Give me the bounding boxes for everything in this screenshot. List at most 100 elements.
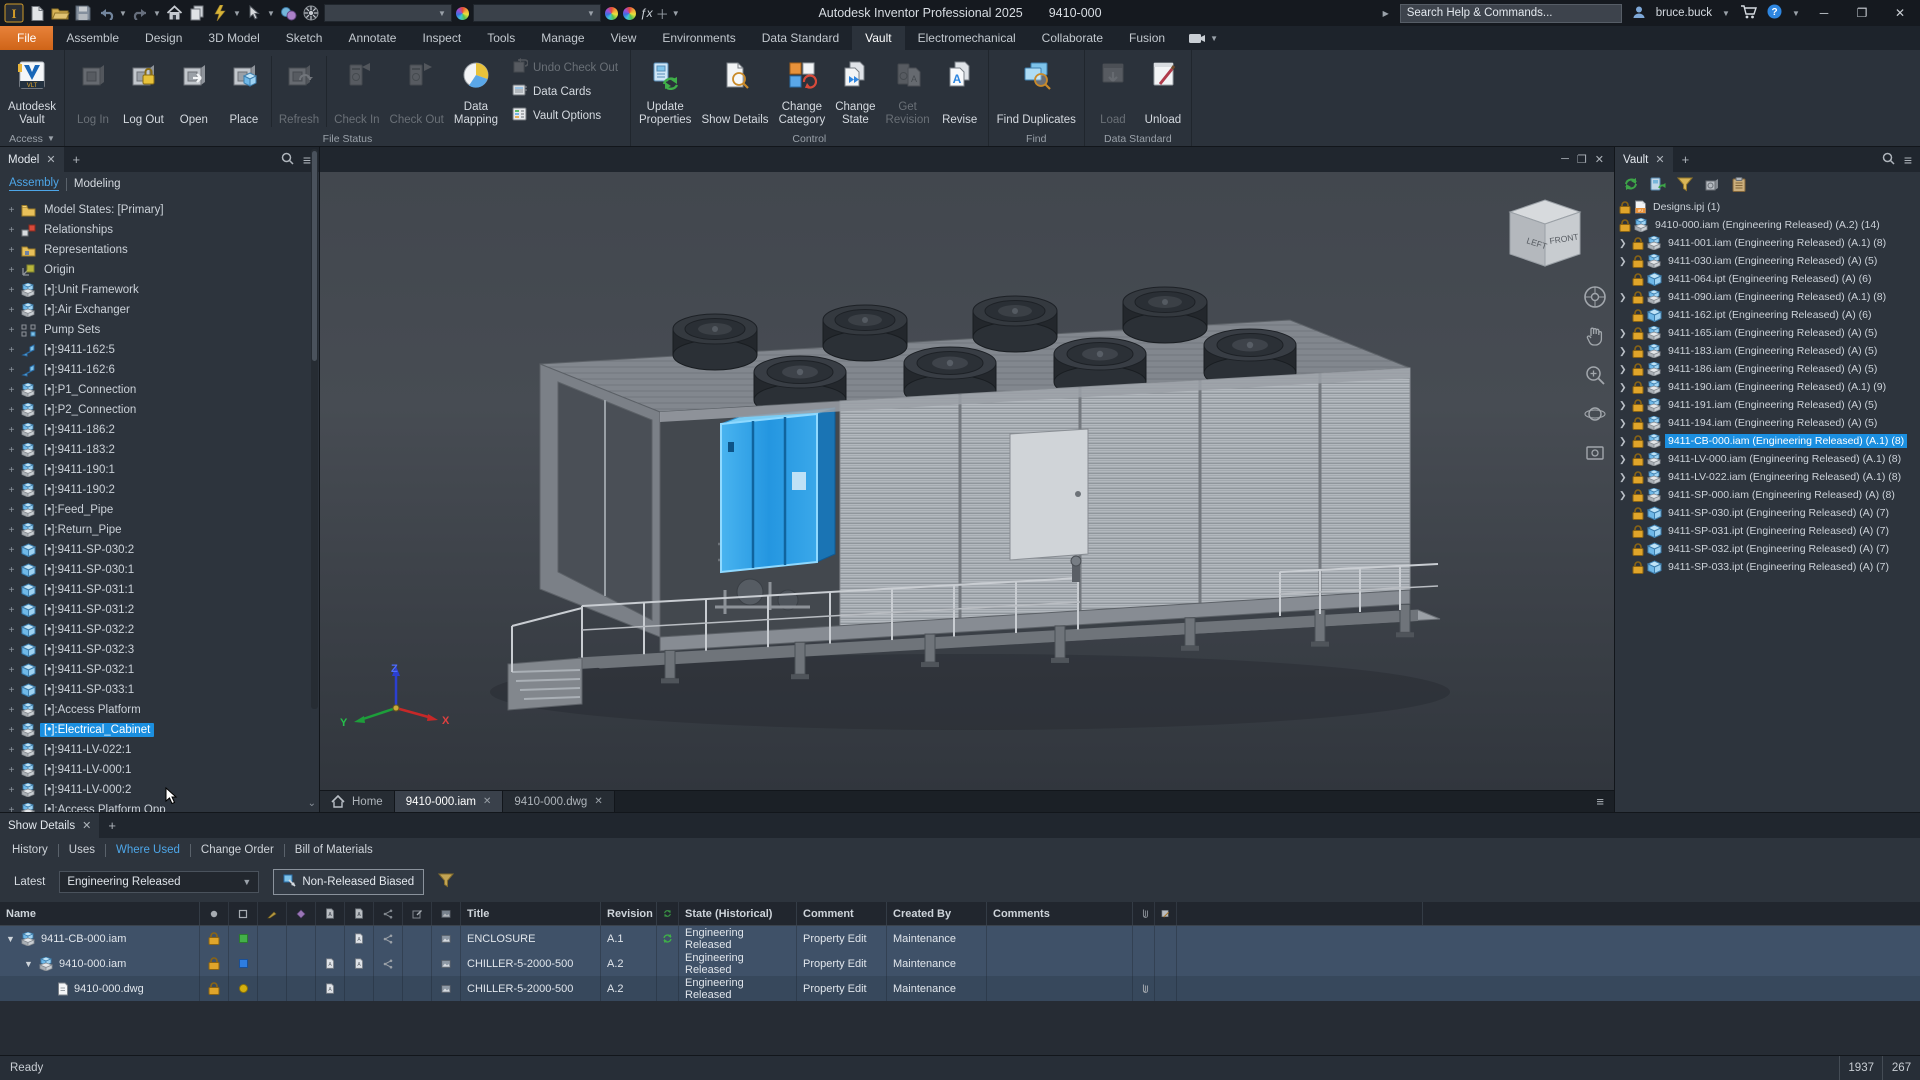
ribbon-tab-sketch[interactable]: Sketch <box>273 26 336 50</box>
model-tree-item[interactable]: +Model States: [Primary] <box>6 200 319 220</box>
ribbon-group-label[interactable]: Access▼ <box>0 131 64 146</box>
column-tag-icon[interactable] <box>287 902 316 925</box>
log-out-button[interactable]: Log Out <box>118 52 169 131</box>
restore-button[interactable]: ❐ <box>1848 1 1876 25</box>
change-category-button[interactable]: Change Category <box>774 52 831 131</box>
expand-plus-icon[interactable]: + <box>6 725 17 736</box>
autodesk-vault-button[interactable]: VLTAutodesk Vault <box>3 52 61 131</box>
undo-caret-icon[interactable]: ▼ <box>119 9 127 18</box>
ribbon-tab-3d-model[interactable]: 3D Model <box>195 26 272 50</box>
vault-go-icon[interactable] <box>1702 174 1722 194</box>
ribbon-tab-electromechanical[interactable]: Electromechanical <box>905 26 1029 50</box>
vault-tree-item[interactable]: ❯9411-LV-022.iam (Engineering Released) … <box>1615 468 1920 486</box>
expand-plus-icon[interactable]: + <box>6 225 17 236</box>
model-tree-item[interactable]: +[•]:9411-SP-033:1 <box>6 680 319 700</box>
add-vault-tab-button[interactable]: + <box>1673 152 1699 167</box>
ribbon-tab-assemble[interactable]: Assemble <box>53 26 132 50</box>
expand-plus-icon[interactable]: + <box>6 765 17 776</box>
home-view-icon[interactable] <box>164 3 184 23</box>
ribbon-tab-view[interactable]: View <box>598 26 650 50</box>
row-expander-icon[interactable]: ▼ <box>6 934 16 944</box>
ribbon-tab-design[interactable]: Design <box>132 26 195 50</box>
ribbon-tab-inspect[interactable]: Inspect <box>409 26 474 50</box>
details-tab-where-used[interactable]: Where Used <box>116 844 180 856</box>
table-row[interactable]: ▼9410-000.iamAACHILLER-5-2000-500A.2Engi… <box>0 951 1920 976</box>
column-header-Name[interactable]: Name <box>0 902 200 925</box>
parameters-icon[interactable] <box>210 3 230 23</box>
ribbon-tab-data-standard[interactable]: Data Standard <box>749 26 852 50</box>
ribbon-tab-environments[interactable]: Environments <box>649 26 748 50</box>
column-clip-icon[interactable] <box>1133 902 1155 925</box>
minimize-button[interactable]: ─ <box>1810 1 1838 25</box>
column-edit-icon[interactable] <box>403 902 432 925</box>
model-tree-item[interactable]: +[•]:9411-183:2 <box>6 440 319 460</box>
model-tree-item[interactable]: +[•]:9411-190:1 <box>6 460 319 480</box>
qat-add-icon[interactable]: ＋ <box>656 4 669 23</box>
search-input[interactable]: Search Help & Commands... <box>1400 4 1622 23</box>
model-tree-item[interactable]: +[•]:9411-LV-000:1 <box>6 760 319 780</box>
orbit-icon[interactable] <box>1582 401 1608 427</box>
panel-float-icon[interactable]: ❐ <box>1577 153 1587 166</box>
details-tab-uses[interactable]: Uses <box>69 844 95 856</box>
expand-plus-icon[interactable]: + <box>6 465 17 476</box>
model-tree-item[interactable]: +[•]:9411-162:5 <box>6 340 319 360</box>
model-tree-item[interactable]: +[•]:9411-SP-030:1 <box>6 560 319 580</box>
expand-plus-icon[interactable]: + <box>6 785 17 796</box>
filter-funnel-icon[interactable] <box>438 873 454 891</box>
model-tree-item[interactable]: +[•]:Access Platform <box>6 700 319 720</box>
chevron-right-icon[interactable]: ❯ <box>1619 472 1629 483</box>
column-doc-icon[interactable]: A <box>316 902 345 925</box>
view-assembly-link[interactable]: Assembly <box>9 177 59 191</box>
close-vault-tab-icon[interactable]: ✕ <box>1655 153 1664 166</box>
model-tree-item[interactable]: +[•]:9411-SP-031:1 <box>6 580 319 600</box>
vault-tree-item[interactable]: ❯9411-030.iam (Engineering Released) (A)… <box>1615 252 1920 270</box>
expand-plus-icon[interactable]: + <box>6 745 17 756</box>
vault-tree-item[interactable]: ❯9411-090.iam (Engineering Released) (A.… <box>1615 288 1920 306</box>
non-released-biased-toggle[interactable]: Non-Released Biased <box>273 869 424 895</box>
details-tab-change-order[interactable]: Change Order <box>201 844 274 856</box>
close-details-tab-icon[interactable]: ✕ <box>82 819 91 832</box>
document-tab-9410-000-iam[interactable]: 9410-000.iam✕ <box>395 791 504 812</box>
model-tree-item[interactable]: +[•]:9411-SP-032:3 <box>6 640 319 660</box>
expand-plus-icon[interactable]: + <box>6 505 17 516</box>
find-duplicates-button[interactable]: Find Duplicates <box>992 52 1081 131</box>
vault-search-icon[interactable] <box>1882 152 1895 168</box>
ribbon-display-options[interactable]: ▼ <box>1178 26 1228 50</box>
vault-tree-item[interactable]: 9411-SP-032.ipt (Engineering Released) (… <box>1615 540 1920 558</box>
view-modeling-link[interactable]: Modeling <box>74 178 121 190</box>
color-wheel-icon[interactable] <box>455 6 470 21</box>
column-dot-icon[interactable] <box>200 902 229 925</box>
help-icon[interactable]: ? <box>1767 4 1782 22</box>
open-button[interactable]: Open <box>169 52 219 131</box>
vault-tree-item[interactable]: 9411-064.ipt (Engineering Released) (A) … <box>1615 270 1920 288</box>
expand-plus-icon[interactable]: + <box>6 645 17 656</box>
chevron-right-icon[interactable]: ❯ <box>1619 346 1629 357</box>
details-tab-history[interactable]: History <box>12 844 48 856</box>
close-model-tab-icon[interactable]: ✕ <box>46 153 55 166</box>
ribbon-tab-fusion[interactable]: Fusion <box>1116 26 1178 50</box>
document-tab-home[interactable]: Home <box>320 791 395 812</box>
model-tree-item[interactable]: +[•]:9411-LV-022:1 <box>6 740 319 760</box>
chevron-right-icon[interactable]: ❯ <box>1619 256 1629 267</box>
chevron-right-icon[interactable]: ❯ <box>1619 364 1629 375</box>
ribbon-tab-tools[interactable]: Tools <box>474 26 528 50</box>
adjust-appearance-icon[interactable] <box>604 6 619 21</box>
open-file-icon[interactable] <box>50 3 70 23</box>
iproperties-icon[interactable] <box>187 3 207 23</box>
model-tree-item[interactable]: +[•]:9411-186:2 <box>6 420 319 440</box>
column-pen-icon[interactable] <box>258 902 287 925</box>
browser-menu-icon[interactable]: ≡ <box>303 152 311 168</box>
expand-plus-icon[interactable]: + <box>6 445 17 456</box>
vault-tree-item[interactable]: 9411-SP-030.ipt (Engineering Released) (… <box>1615 504 1920 522</box>
vault-tree-item[interactable]: ❯9411-194.iam (Engineering Released) (A)… <box>1615 414 1920 432</box>
data-cards-button[interactable]: Data Cards <box>509 81 621 102</box>
chevron-right-icon[interactable]: ❯ <box>1619 490 1629 501</box>
cart-icon[interactable] <box>1740 5 1757 22</box>
model-tree-item[interactable]: +[•]:9411-162:6 <box>6 360 319 380</box>
user-menu-caret-icon[interactable]: ▼ <box>1722 9 1730 18</box>
ribbon-tab-vault[interactable]: Vault <box>852 26 904 50</box>
model-tree-item[interactable]: +[•]:P1_Connection <box>6 380 319 400</box>
model-tree-item[interactable]: +[•]:9411-SP-032:2 <box>6 620 319 640</box>
details-tab-bill-of-materials[interactable]: Bill of Materials <box>295 844 373 856</box>
user-name[interactable]: bruce.buck <box>1656 7 1712 19</box>
